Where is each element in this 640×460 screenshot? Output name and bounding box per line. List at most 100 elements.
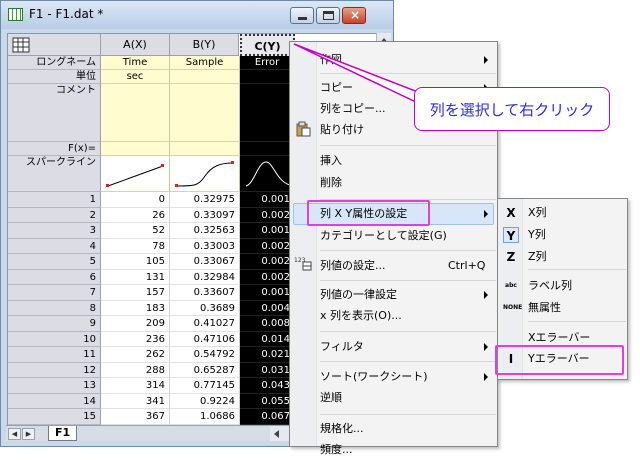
submenu-item-2[interactable]: Z列 [528,247,547,267]
menu-item-11[interactable]: フィルタ [320,337,364,357]
row-number[interactable]: 8 [8,300,101,316]
cell-a[interactable]: 236 [101,331,170,347]
cell-a[interactable]: 78 [101,238,170,254]
submenu-item-1[interactable]: Y列 [528,225,546,245]
cell-a[interactable]: 131 [101,269,170,285]
cell-c[interactable]: 0.043 [240,378,295,394]
row-number[interactable]: 4 [8,238,101,254]
row-number[interactable]: 14 [8,393,101,409]
comment-b[interactable] [170,84,240,142]
sheet-tab-f1[interactable]: F1 [48,426,78,441]
comment-a[interactable] [101,84,170,142]
cell-c[interactable]: 0.001 [240,223,295,239]
cell-c[interactable]: 0.014 [240,331,295,347]
menu-item-9[interactable]: 列値の一律設定 [320,285,397,305]
cell-c[interactable]: 0.002 [240,254,295,270]
row-number[interactable]: 11 [8,347,101,363]
row-number[interactable]: 13 [8,378,101,394]
cell-c[interactable]: 0.055 [240,393,295,409]
row-label-sparkline[interactable]: スパークライン [8,156,101,192]
menu-item-0[interactable]: 作図 [320,50,342,70]
column-header-b[interactable]: B(Y) [170,34,239,56]
row-label-fx[interactable]: F(x)= [8,142,101,156]
menu-item-3[interactable]: 貼り付け [320,120,364,140]
first-sheet-button[interactable]: ◀ [8,428,21,440]
cell-b[interactable]: 0.47106 [170,331,240,347]
cell-b[interactable]: 0.33067 [170,254,240,270]
submenu-item-0[interactable]: X列 [528,203,547,223]
cell-b[interactable]: 0.32975 [170,192,240,208]
menu-item-15[interactable]: 頻度... [320,440,353,460]
sparkline-b[interactable] [170,156,240,192]
cell-c[interactable]: 0.002 [240,207,295,223]
row-number[interactable]: 5 [8,254,101,270]
cell-a[interactable]: 26 [101,207,170,223]
units-b[interactable] [170,70,240,84]
cell-b[interactable]: 0.32563 [170,223,240,239]
cell-c[interactable]: 0.001 [240,192,295,208]
column-header-a[interactable]: A(X) [101,34,170,56]
row-number[interactable]: 3 [8,223,101,239]
row-label-comment[interactable]: コメント [8,84,101,142]
row-number[interactable]: 9 [8,316,101,332]
menu-item-14[interactable]: 規格化... [320,419,364,439]
menu-item-4[interactable]: 挿入 [320,151,342,171]
cell-b[interactable]: 0.33003 [170,238,240,254]
cell-c[interactable]: 0.031 [240,362,295,378]
row-number[interactable]: 10 [8,331,101,347]
corner-cell[interactable] [8,34,101,56]
cell-a[interactable]: 341 [101,393,170,409]
units-a[interactable]: sec [101,70,170,84]
cell-c[interactable]: 0.021 [240,347,295,363]
row-number[interactable]: 7 [8,285,101,301]
cell-a[interactable]: 209 [101,316,170,332]
menu-item-13[interactable]: 逆順 [320,388,342,408]
cell-b[interactable]: 1.0686 [170,409,240,425]
menu-item-7[interactable]: カテゴリーとして設定(G) [320,226,447,246]
fx-c[interactable] [240,142,295,156]
cell-a[interactable]: 157 [101,285,170,301]
cell-b[interactable]: 0.33607 [170,285,240,301]
row-number[interactable]: 15 [8,409,101,425]
fx-b[interactable] [170,142,240,156]
last-sheet-button[interactable]: ▶ [22,428,35,440]
long-name-a[interactable]: Time [101,56,170,70]
long-name-b[interactable]: Sample [170,56,240,70]
cell-a[interactable]: 314 [101,378,170,394]
fx-a[interactable] [101,142,170,156]
cell-b[interactable]: 0.9224 [170,393,240,409]
menu-item-5[interactable]: 削除 [320,173,342,193]
units-c[interactable] [240,70,295,84]
maximize-button[interactable] [316,7,340,24]
column-header-c[interactable]: C(Y) [240,34,295,56]
cell-c[interactable]: 0.008 [240,316,295,332]
row-number[interactable]: 6 [8,269,101,285]
cell-c[interactable]: 0.002 [240,238,295,254]
minimize-button[interactable] [290,7,314,24]
menu-item-8[interactable]: 列値の設定... [320,256,386,276]
cell-b[interactable]: 0.41027 [170,316,240,332]
cell-c[interactable]: 0.004 [240,300,295,316]
cell-a[interactable]: 288 [101,362,170,378]
menu-item-10[interactable]: x 列を表示(O)... [320,306,402,326]
cell-b[interactable]: 0.65287 [170,362,240,378]
cell-a[interactable]: 367 [101,409,170,425]
sparkline-a[interactable] [101,156,170,192]
submenu-item-3[interactable]: ラベル列 [528,276,572,296]
cell-a[interactable]: 52 [101,223,170,239]
sparkline-c[interactable] [240,156,295,192]
cell-a[interactable]: 0 [101,192,170,208]
cell-b[interactable]: 0.32984 [170,269,240,285]
row-number[interactable]: 12 [8,362,101,378]
menu-item-1[interactable]: コピー [320,78,353,98]
close-button[interactable]: × [342,7,366,24]
cell-b[interactable]: 0.77145 [170,378,240,394]
menu-item-12[interactable]: ソート(ワークシート) [320,367,428,387]
cell-b[interactable]: 0.54792 [170,347,240,363]
cell-c[interactable]: 0.001 [240,285,295,301]
cell-a[interactable]: 183 [101,300,170,316]
cell-a[interactable]: 105 [101,254,170,270]
comment-c[interactable] [240,84,295,142]
cell-c[interactable]: 0.067 [240,409,295,425]
cell-b[interactable]: 0.33097 [170,207,240,223]
